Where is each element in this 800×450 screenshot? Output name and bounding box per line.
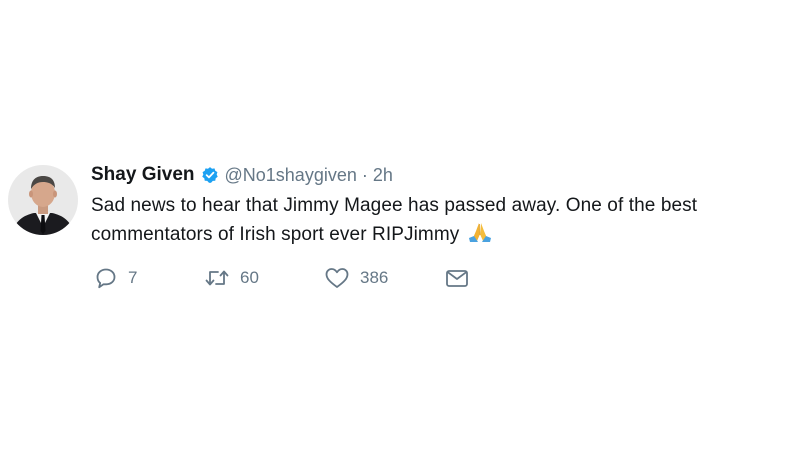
folded-hands-icon <box>467 221 493 243</box>
display-name[interactable]: Shay Given <box>91 164 195 186</box>
tweet-actions: 7 60 386 <box>94 264 470 292</box>
avatar[interactable] <box>8 165 78 235</box>
like-count: 386 <box>360 268 389 287</box>
retweet-count: 60 <box>240 268 259 287</box>
verified-icon <box>201 166 219 184</box>
like-icon <box>324 266 350 290</box>
message-button[interactable] <box>444 266 470 290</box>
retweet-icon <box>204 266 230 290</box>
handle[interactable]: @No1shaygiven <box>225 165 357 186</box>
tweet-header: Shay Given @No1shaygiven · 2h <box>91 163 393 187</box>
tweet-text-line-2-wrap: commentators of Irish sport ever RIPJimm… <box>91 220 781 249</box>
tweet[interactable]: Shay Given @No1shaygiven · 2h Sad news t… <box>8 158 788 298</box>
reply-button[interactable]: 7 <box>94 266 204 290</box>
reply-count: 7 <box>128 268 138 287</box>
like-button[interactable]: 386 <box>324 266 444 290</box>
tweet-text: Sad news to hear that Jimmy Magee has pa… <box>91 191 781 249</box>
reply-icon <box>94 266 118 290</box>
retweet-button[interactable]: 60 <box>204 266 324 290</box>
message-icon <box>444 266 470 290</box>
separator-dot: · <box>361 164 368 185</box>
page: Shay Given @No1shaygiven · 2h Sad news t… <box>0 0 800 450</box>
tweet-text-line-2: commentators of Irish sport ever RIPJimm… <box>91 224 460 245</box>
timestamp[interactable]: 2h <box>373 165 393 186</box>
tweet-text-line-1: Sad news to hear that Jimmy Magee has pa… <box>91 195 698 216</box>
